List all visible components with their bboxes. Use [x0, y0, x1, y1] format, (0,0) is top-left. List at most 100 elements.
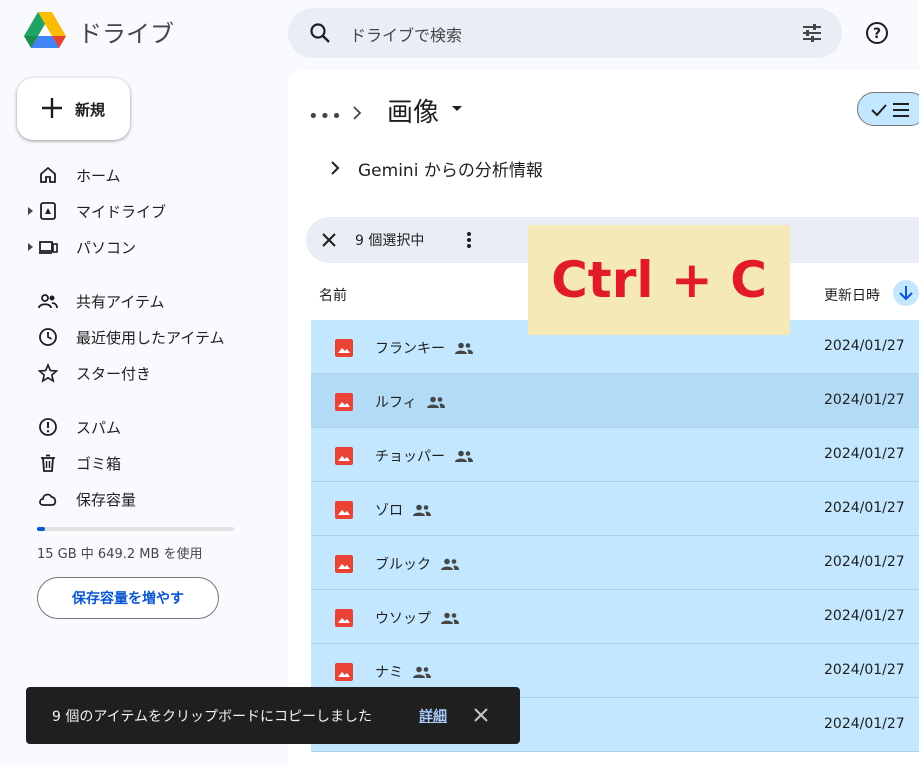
- file-name-cell: ルフィ: [375, 392, 445, 412]
- file-name-cell: フランキー: [375, 338, 473, 358]
- storage-usage-bar: [37, 527, 234, 531]
- image-file-icon: [335, 555, 353, 573]
- shared-people-icon: [441, 612, 459, 624]
- image-file-icon: [335, 609, 353, 627]
- shared-people-icon: [413, 666, 431, 678]
- column-header-modified[interactable]: 更新日時: [824, 285, 880, 305]
- view-toggle[interactable]: [857, 92, 919, 126]
- sidebar-item-label: 共有アイテム: [76, 293, 165, 311]
- table-row[interactable]: ルフィ 2024/01/27: [311, 374, 919, 428]
- expand-arrow-icon[interactable]: [28, 207, 33, 215]
- file-modified-date: 2024/01/27: [824, 608, 905, 624]
- drive-logo[interactable]: ドライブ: [24, 12, 174, 50]
- shared-people-icon: [455, 450, 473, 462]
- file-modified-date: 2024/01/27: [824, 500, 905, 516]
- shared-people-icon: [455, 342, 473, 354]
- spam-icon: [39, 418, 57, 436]
- google-drive-logo-icon: [24, 12, 66, 48]
- sidebar-item-label: 保存容量: [76, 491, 137, 509]
- search-options-icon[interactable]: [800, 21, 824, 45]
- search-bar[interactable]: ドライブで検索: [288, 8, 842, 58]
- sidebar-item-recent[interactable]: 最近使用したアイテム: [28, 322, 248, 352]
- search-icon[interactable]: [308, 21, 332, 45]
- sidebar-item-label: スター付き: [76, 365, 152, 383]
- main-panel: ••• 画像 Gemini からの分析情報 9 個選択中 名前 更新日時 フラン…: [288, 70, 919, 765]
- clear-selection-icon[interactable]: [320, 231, 338, 249]
- sidebar-item-label: スパム: [76, 419, 122, 437]
- sidebar-item-shared[interactable]: 共有アイテム: [28, 286, 228, 316]
- get-more-storage-button[interactable]: 保存容量を増やす: [37, 577, 219, 619]
- file-modified-date: 2024/01/27: [824, 716, 905, 732]
- chevron-right-icon: [331, 161, 340, 175]
- plus-icon: [42, 98, 62, 118]
- file-name: ナミ: [375, 665, 403, 681]
- sidebar-item-label: 最近使用したアイテム: [76, 329, 225, 347]
- sidebar-item-label: パソコン: [76, 239, 137, 257]
- folder-title[interactable]: 画像: [387, 92, 439, 129]
- sidebar-item-storage[interactable]: 保存容量: [28, 484, 228, 514]
- shared-people-icon: [413, 504, 431, 516]
- sidebar-item-label: マイドライブ: [76, 203, 167, 221]
- chevron-right-icon: [353, 106, 362, 120]
- app-title: ドライブ: [78, 19, 174, 48]
- snackbar-message: 9 個のアイテムをクリップボードにコピーしました: [52, 709, 372, 725]
- file-name: ブルック: [375, 557, 431, 573]
- image-file-icon: [335, 393, 353, 411]
- snackbar: 9 個のアイテムをクリップボードにコピーしました 詳細: [26, 687, 520, 744]
- computer-icon: [39, 241, 58, 254]
- search-input[interactable]: ドライブで検索: [350, 22, 462, 46]
- file-name-cell: ウソップ: [375, 608, 459, 628]
- new-button-label: 新規: [75, 101, 106, 119]
- file-name-cell: ブルック: [375, 554, 459, 574]
- snackbar-detail-link[interactable]: 詳細: [419, 706, 447, 726]
- svg-text:?: ?: [873, 26, 881, 42]
- close-icon[interactable]: [474, 708, 488, 722]
- people-icon: [38, 294, 58, 309]
- file-modified-date: 2024/01/27: [824, 662, 905, 678]
- column-header-name[interactable]: 名前: [319, 285, 347, 305]
- selection-count: 9 個選択中: [355, 233, 425, 249]
- file-modified-date: 2024/01/27: [824, 554, 905, 570]
- folder-menu-caret-icon[interactable]: [452, 106, 462, 111]
- arrow-down-icon: [899, 286, 913, 301]
- cloud-icon: [39, 493, 57, 506]
- image-file-icon: [335, 447, 353, 465]
- file-modified-date: 2024/01/27: [824, 392, 905, 408]
- table-row[interactable]: ブルック 2024/01/27: [311, 536, 919, 590]
- new-button[interactable]: 新規: [17, 78, 130, 140]
- trash-icon: [41, 454, 55, 472]
- table-row[interactable]: チョッパー 2024/01/27: [311, 428, 919, 482]
- storage-usage-text: 15 GB 中 649.2 MB を使用: [37, 547, 203, 562]
- file-name: ルフィ: [375, 395, 417, 411]
- sidebar-item-label: ホーム: [76, 167, 121, 185]
- help-icon[interactable]: ?: [864, 20, 890, 46]
- sidebar-item-my-drive[interactable]: マイドライブ: [28, 196, 228, 226]
- file-name: ウソップ: [375, 611, 431, 627]
- image-file-icon: [335, 501, 353, 519]
- file-name-cell: チョッパー: [375, 446, 473, 466]
- sidebar-item-starred[interactable]: スター付き: [28, 358, 228, 388]
- file-name-cell: ナミ: [375, 662, 431, 682]
- my-drive-icon: [40, 202, 56, 220]
- breadcrumb-more-button[interactable]: •••: [308, 106, 343, 127]
- list-view-icon: [893, 103, 909, 117]
- sort-direction-button[interactable]: [893, 280, 919, 306]
- table-row[interactable]: ウソップ 2024/01/27: [311, 590, 919, 644]
- keyboard-shortcut-overlay: Ctrl + C: [528, 225, 790, 335]
- sidebar-item-computers[interactable]: パソコン: [28, 232, 228, 262]
- file-name: ゾロ: [375, 503, 403, 519]
- clock-icon: [39, 328, 57, 346]
- sidebar-item-home[interactable]: ホーム: [28, 160, 228, 190]
- table-row[interactable]: ゾロ 2024/01/27: [311, 482, 919, 536]
- file-name: チョッパー: [375, 449, 445, 465]
- sidebar-item-spam[interactable]: スパム: [28, 412, 228, 442]
- file-modified-date: 2024/01/27: [824, 338, 905, 354]
- expand-arrow-icon[interactable]: [28, 243, 33, 251]
- image-file-icon: [335, 339, 353, 357]
- check-icon: [871, 104, 887, 117]
- sidebar-item-trash[interactable]: ゴミ箱: [28, 448, 228, 478]
- image-file-icon: [335, 663, 353, 681]
- home-icon: [40, 166, 56, 183]
- more-actions-icon[interactable]: [466, 230, 472, 250]
- star-icon: [38, 363, 58, 383]
